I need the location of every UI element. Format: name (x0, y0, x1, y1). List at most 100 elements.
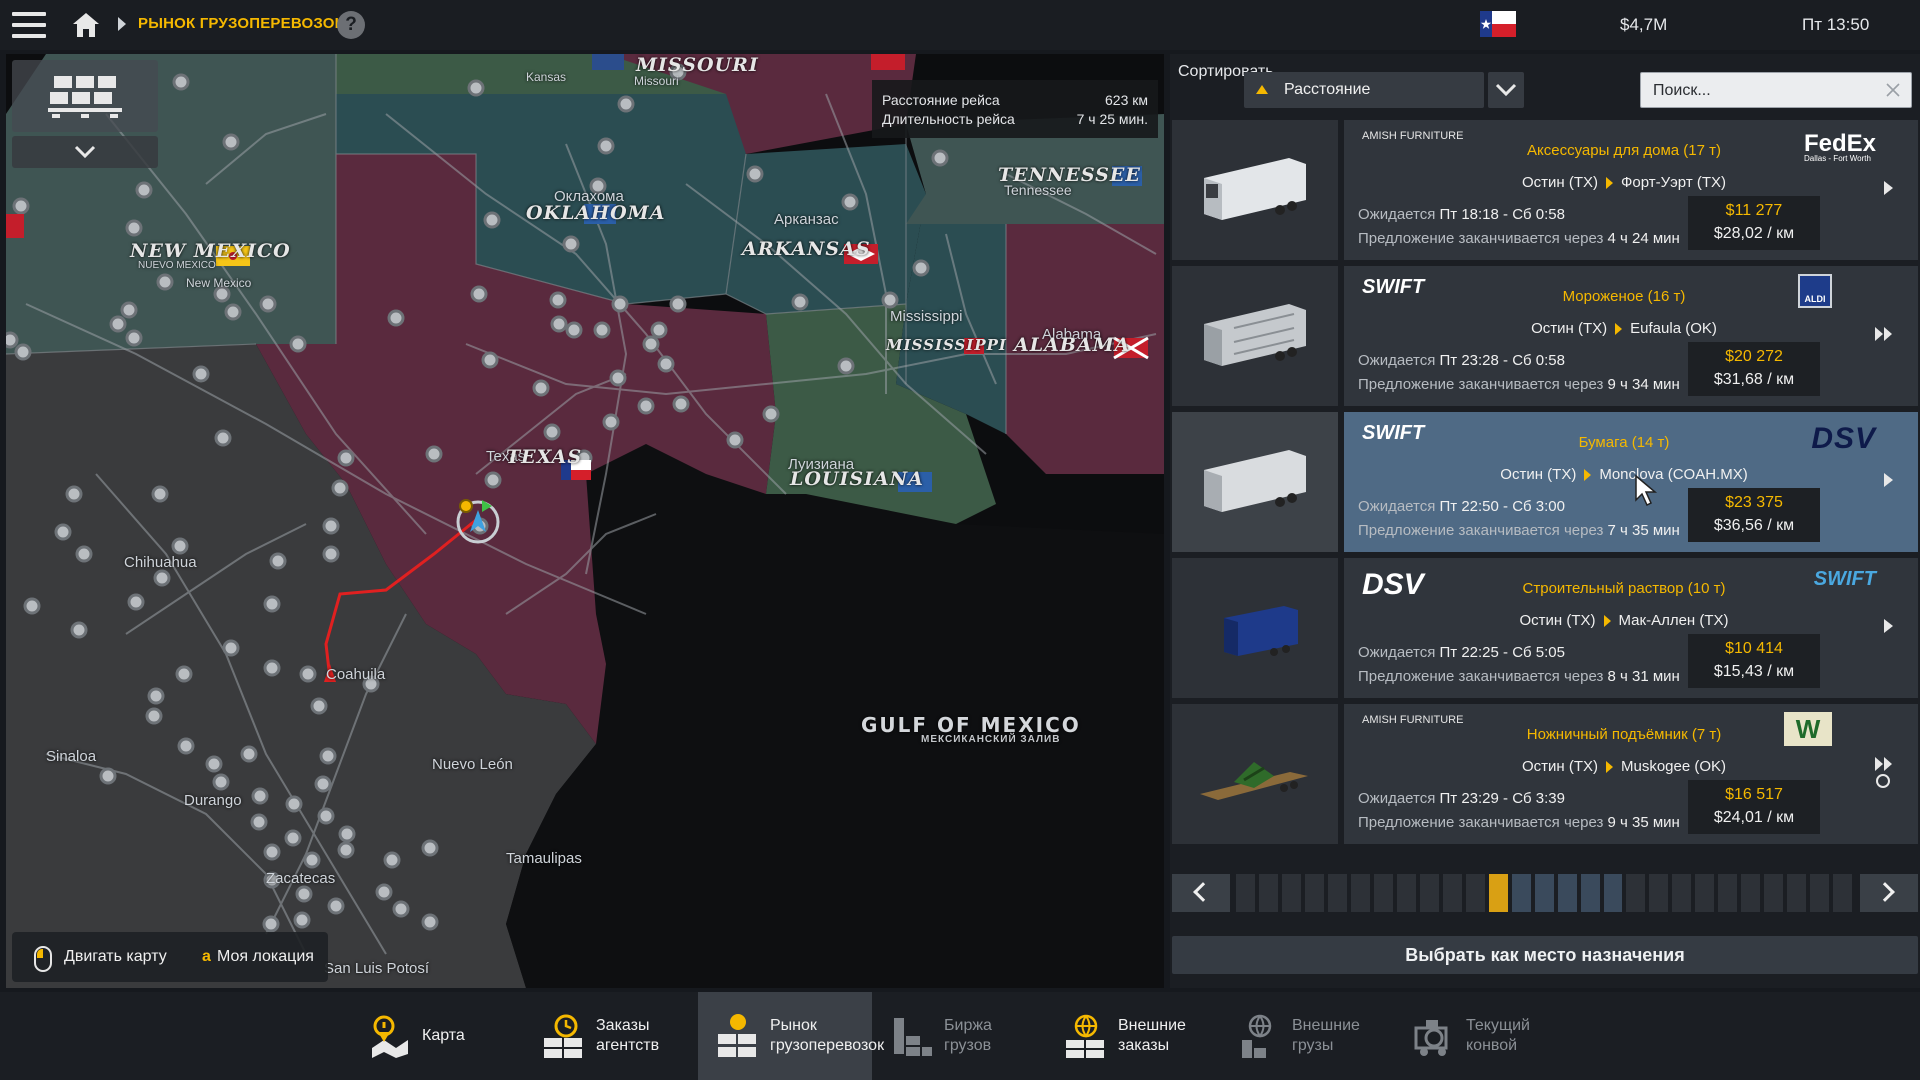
route: Остин (TX) Eufaula (OK) (1344, 320, 1904, 337)
page-indicator[interactable] (1236, 874, 1255, 912)
expected-time: Ожидается Пт 22:25 - Сб 5:05 (1358, 644, 1565, 661)
job-offer-row-selected[interactable]: SWIFT Бумага (14 т) DSV Остин (TX) Monclo… (1172, 412, 1918, 552)
page-indicator[interactable] (1304, 874, 1324, 912)
job-details[interactable]: SWIFT Мороженое (16 т) ALDI Остин (TX) Eu… (1344, 266, 1918, 406)
map-label-tamaulipas: Tamaulipas (506, 850, 582, 867)
page-indicator[interactable] (1327, 874, 1347, 912)
page-indicator[interactable] (1350, 874, 1370, 912)
nav-external-orders[interactable]: Внешние заказы (1046, 992, 1220, 1080)
my-location-hint[interactable]: Моя локация (217, 948, 314, 966)
job-offer-row[interactable]: DSV Строительный раствор (10 т) SWIFT Ос… (1172, 558, 1918, 698)
page-indicator[interactable] (1603, 874, 1623, 912)
nav-external-cargo[interactable]: Внешние грузы (1220, 992, 1394, 1080)
my-location-key: a (202, 948, 211, 965)
job-offer-row[interactable]: AMISH FURNITURE Ножничный подъёмник (7 т… (1172, 704, 1918, 844)
page-indicator-current[interactable] (1488, 874, 1508, 912)
money-balance: $4,7M (1620, 15, 1668, 34)
page-indicator[interactable] (1741, 874, 1761, 912)
job-details[interactable]: DSV Строительный раствор (10 т) SWIFT Ос… (1344, 558, 1918, 698)
next-page-button[interactable] (1860, 874, 1918, 912)
trailer-thumbnail (1172, 558, 1338, 698)
trip-distance-label: Расстояние рейса (882, 92, 1000, 108)
page-indicator[interactable] (1649, 874, 1669, 912)
page-indicator[interactable] (1580, 874, 1600, 912)
page-indicator[interactable] (1534, 874, 1554, 912)
expected-label: Ожидается (1358, 644, 1436, 661)
fedex-subtitle: Dallas - Fort Worth (1803, 154, 1871, 163)
offer-expiry: Предложение заканчивается через 9 ч 34 м… (1358, 376, 1680, 393)
nav-agency-orders[interactable]: Заказы агентств (524, 992, 698, 1080)
previous-page-button[interactable] (1172, 874, 1230, 912)
job-price-per-km: $24,01 / км (1713, 809, 1795, 826)
select-destination-button[interactable]: Выбрать как место назначения (1172, 936, 1918, 974)
expected-label: Ожидается (1358, 790, 1436, 807)
menu-icon[interactable] (12, 12, 46, 38)
map-label-mississippi: Mississippi (890, 308, 963, 325)
page-indicator[interactable] (1281, 874, 1301, 912)
job-details[interactable]: SWIFT Бумага (14 т) DSV Остин (TX) Monclo… (1344, 412, 1918, 552)
map-label-arkansas-state: ARKANSAS (742, 238, 871, 260)
page-indicator[interactable] (1419, 874, 1439, 912)
map-pin-icon (372, 1015, 408, 1058)
expected-time: Ожидается Пт 23:29 - Сб 3:39 (1358, 790, 1565, 807)
search-input[interactable] (1641, 73, 1885, 109)
price-box: $20 272 $31,68 / км (1688, 342, 1820, 396)
page-indicator[interactable] (1718, 874, 1738, 912)
page-indicator[interactable] (1373, 874, 1393, 912)
nav-cargo-exchange[interactable]: Биржа грузов (872, 992, 1046, 1080)
double-arrow-special-icon[interactable] (1874, 756, 1894, 788)
expected-time: Ожидается Пт 22:50 - Сб 3:00 (1358, 498, 1565, 515)
map-view[interactable]: MISSOURI Missouri Kansas Оклахома OKLAHO… (6, 54, 1164, 988)
route: Остин (TX) Monclova (COAH.MX) (1344, 466, 1904, 483)
clock-crates-icon (544, 1014, 582, 1058)
nav-current-convoy[interactable]: Текущий конвой (1394, 992, 1568, 1080)
layers-expand-button[interactable] (12, 136, 158, 168)
route-arrow-icon (1615, 323, 1623, 336)
page-indicator[interactable] (1764, 874, 1784, 912)
job-details[interactable]: AMISH FURNITURE Аксессуары для дома (17 … (1344, 120, 1918, 260)
expected-label: Ожидается (1358, 352, 1436, 369)
search-field[interactable] (1640, 72, 1912, 109)
company-logo-right: W (1784, 712, 1832, 746)
select-arrow-icon[interactable] (1882, 618, 1894, 634)
offer-label: Предложение заканчивается через (1358, 814, 1604, 831)
double-arrow-icon[interactable] (1874, 326, 1894, 342)
expected-time: Ожидается Пт 18:18 - Сб 0:58 (1358, 206, 1565, 223)
select-arrow-icon[interactable] (1882, 180, 1894, 196)
home-icon[interactable] (72, 12, 100, 38)
nav-map[interactable]: Карта (350, 992, 524, 1080)
job-offer-row[interactable]: SWIFT Мороженое (16 т) ALDI Остин (TX) Eu… (1172, 266, 1918, 406)
page-indicator[interactable] (1810, 874, 1830, 912)
job-offer-row[interactable]: AMISH FURNITURE Аксессуары для дома (17 … (1172, 120, 1918, 260)
dry-van-trailer-icon (1204, 450, 1306, 512)
page-indicator[interactable] (1695, 874, 1715, 912)
sort-ascending-icon[interactable] (1256, 85, 1268, 94)
clear-search-icon[interactable] (1885, 82, 1901, 98)
select-arrow-icon[interactable] (1882, 472, 1894, 488)
page-indicator[interactable] (1672, 874, 1692, 912)
box-trailer-icon (1224, 606, 1298, 656)
offer-expiry: Предложение заканчивается через 8 ч 31 м… (1358, 668, 1680, 685)
sort-select[interactable]: Расстояние (1244, 72, 1484, 108)
page-indicator[interactable] (1511, 874, 1531, 912)
chevron-down-icon (74, 145, 96, 159)
page-indicator[interactable] (1396, 874, 1416, 912)
job-details[interactable]: AMISH FURNITURE Ножничный подъёмник (7 т… (1344, 704, 1918, 844)
page-indicator[interactable] (1258, 874, 1278, 912)
map-layers-button[interactable] (12, 60, 158, 132)
page-indicator[interactable] (1626, 874, 1646, 912)
route-to: Monclova (COAH.MX) (1599, 466, 1748, 483)
cargo-layer-icon (48, 76, 122, 118)
offer-label: Предложение заканчивается через (1358, 230, 1604, 247)
help-icon[interactable]: ? (337, 11, 365, 39)
page-indicator[interactable] (1465, 874, 1485, 912)
expected-value: Пт 22:25 - Сб 5:05 (1439, 644, 1565, 661)
page-indicator[interactable] (1833, 874, 1853, 912)
map-label-arkansas-ru: Арканзас (774, 211, 839, 228)
page-indicator[interactable] (1787, 874, 1807, 912)
page-indicator[interactable] (1442, 874, 1462, 912)
map-label-new-mexico-es: NUEVO MEXICO (138, 260, 216, 271)
sort-dropdown-button[interactable] (1488, 72, 1524, 108)
page-indicator[interactable] (1557, 874, 1577, 912)
nav-cargo-market[interactable]: Рынок грузоперевозок (698, 992, 884, 1080)
